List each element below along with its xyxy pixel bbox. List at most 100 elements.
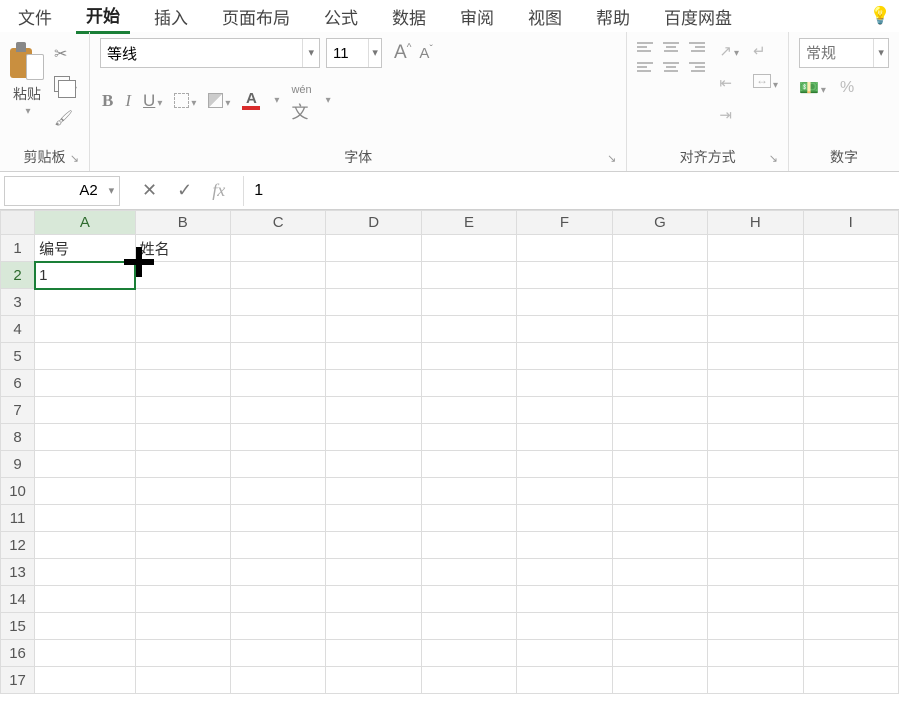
- cell[interactable]: [326, 505, 421, 532]
- cell[interactable]: [517, 478, 612, 505]
- cell[interactable]: [135, 505, 230, 532]
- underline-button[interactable]: U: [143, 91, 155, 110]
- cell[interactable]: 姓名: [135, 235, 230, 262]
- cell[interactable]: [421, 262, 516, 289]
- chevron-down-icon[interactable]: ▾: [225, 98, 230, 109]
- cell[interactable]: [803, 370, 898, 397]
- cell[interactable]: [612, 424, 707, 451]
- row-header[interactable]: 5: [1, 343, 35, 370]
- cell[interactable]: [326, 478, 421, 505]
- cell[interactable]: [326, 235, 421, 262]
- cell[interactable]: [612, 262, 707, 289]
- cell[interactable]: [803, 640, 898, 667]
- sheet-table[interactable]: A B C D E F G H I 1编号姓名21345678910111213…: [0, 210, 899, 694]
- cell[interactable]: [803, 397, 898, 424]
- font-size-combo[interactable]: ▾: [326, 38, 382, 68]
- fx-icon[interactable]: fx: [212, 180, 225, 201]
- cell[interactable]: [135, 667, 230, 694]
- tab-help[interactable]: 帮助: [586, 0, 640, 33]
- cell[interactable]: [326, 370, 421, 397]
- cell[interactable]: [421, 397, 516, 424]
- column-header[interactable]: C: [231, 211, 326, 235]
- italic-button[interactable]: I: [125, 91, 131, 111]
- chevron-down-icon[interactable]: ▾: [734, 48, 739, 59]
- chevron-down-icon[interactable]: ▾: [104, 184, 119, 197]
- cell[interactable]: [326, 424, 421, 451]
- cell[interactable]: [612, 397, 707, 424]
- cell[interactable]: [135, 559, 230, 586]
- cell[interactable]: [231, 640, 326, 667]
- cell[interactable]: [35, 343, 135, 370]
- chevron-down-icon[interactable]: ▾: [25, 106, 30, 117]
- cell[interactable]: [612, 478, 707, 505]
- column-header[interactable]: H: [708, 211, 803, 235]
- cell[interactable]: [231, 532, 326, 559]
- cell[interactable]: [135, 289, 230, 316]
- cell[interactable]: [135, 397, 230, 424]
- cell[interactable]: [517, 640, 612, 667]
- cell[interactable]: [421, 559, 516, 586]
- cell[interactable]: [135, 370, 230, 397]
- name-box-input[interactable]: [5, 182, 104, 199]
- row-header[interactable]: 7: [1, 397, 35, 424]
- cell[interactable]: [231, 505, 326, 532]
- dialog-launcher-icon[interactable]: ↘: [769, 152, 778, 165]
- number-format-input[interactable]: [800, 39, 873, 67]
- cell[interactable]: [803, 559, 898, 586]
- cell[interactable]: [35, 424, 135, 451]
- cell[interactable]: [135, 451, 230, 478]
- cell[interactable]: [231, 343, 326, 370]
- cell[interactable]: [708, 262, 803, 289]
- chevron-down-icon[interactable]: ▾: [302, 39, 319, 67]
- cell[interactable]: [708, 343, 803, 370]
- cell[interactable]: [612, 370, 707, 397]
- row-header[interactable]: 15: [1, 613, 35, 640]
- cell[interactable]: [326, 451, 421, 478]
- wrap-text-button[interactable]: [753, 42, 778, 60]
- cell[interactable]: [612, 289, 707, 316]
- select-all-corner[interactable]: [1, 211, 35, 235]
- cell[interactable]: [421, 424, 516, 451]
- name-box[interactable]: ▾: [4, 176, 120, 206]
- cell[interactable]: [517, 316, 612, 343]
- chevron-down-icon[interactable]: ▾: [326, 95, 331, 106]
- cell[interactable]: [612, 505, 707, 532]
- increase-indent-button[interactable]: ⇥: [719, 106, 739, 124]
- cell[interactable]: [708, 478, 803, 505]
- cell[interactable]: [612, 235, 707, 262]
- cell[interactable]: [708, 559, 803, 586]
- chevron-down-icon[interactable]: ▾: [821, 85, 826, 96]
- orientation-button[interactable]: ↗▾: [719, 42, 739, 60]
- cell[interactable]: [326, 289, 421, 316]
- cell[interactable]: [231, 397, 326, 424]
- format-painter-button[interactable]: [54, 109, 77, 128]
- cell[interactable]: [803, 343, 898, 370]
- align-top-button[interactable]: [637, 42, 653, 52]
- cell[interactable]: [612, 451, 707, 478]
- cell[interactable]: [803, 316, 898, 343]
- align-right-button[interactable]: [689, 62, 705, 72]
- cell[interactable]: [517, 505, 612, 532]
- cell[interactable]: [35, 613, 135, 640]
- cell[interactable]: [708, 424, 803, 451]
- row-header[interactable]: 14: [1, 586, 35, 613]
- cell[interactable]: [421, 451, 516, 478]
- formula-confirm-button[interactable]: ✓: [177, 180, 192, 201]
- cell[interactable]: [231, 424, 326, 451]
- cell[interactable]: [231, 667, 326, 694]
- row-header[interactable]: 13: [1, 559, 35, 586]
- row-header[interactable]: 3: [1, 289, 35, 316]
- cell[interactable]: [421, 289, 516, 316]
- cell[interactable]: [231, 586, 326, 613]
- decrease-indent-button[interactable]: ⇤: [719, 74, 739, 92]
- cell[interactable]: [517, 586, 612, 613]
- row-header[interactable]: 11: [1, 505, 35, 532]
- cell[interactable]: [421, 478, 516, 505]
- formula-cancel-button[interactable]: ✕: [142, 180, 157, 201]
- number-format-combo[interactable]: ▾: [799, 38, 889, 68]
- cell[interactable]: [517, 343, 612, 370]
- cell[interactable]: [35, 505, 135, 532]
- cell[interactable]: [326, 316, 421, 343]
- cell[interactable]: [517, 289, 612, 316]
- column-header[interactable]: G: [612, 211, 707, 235]
